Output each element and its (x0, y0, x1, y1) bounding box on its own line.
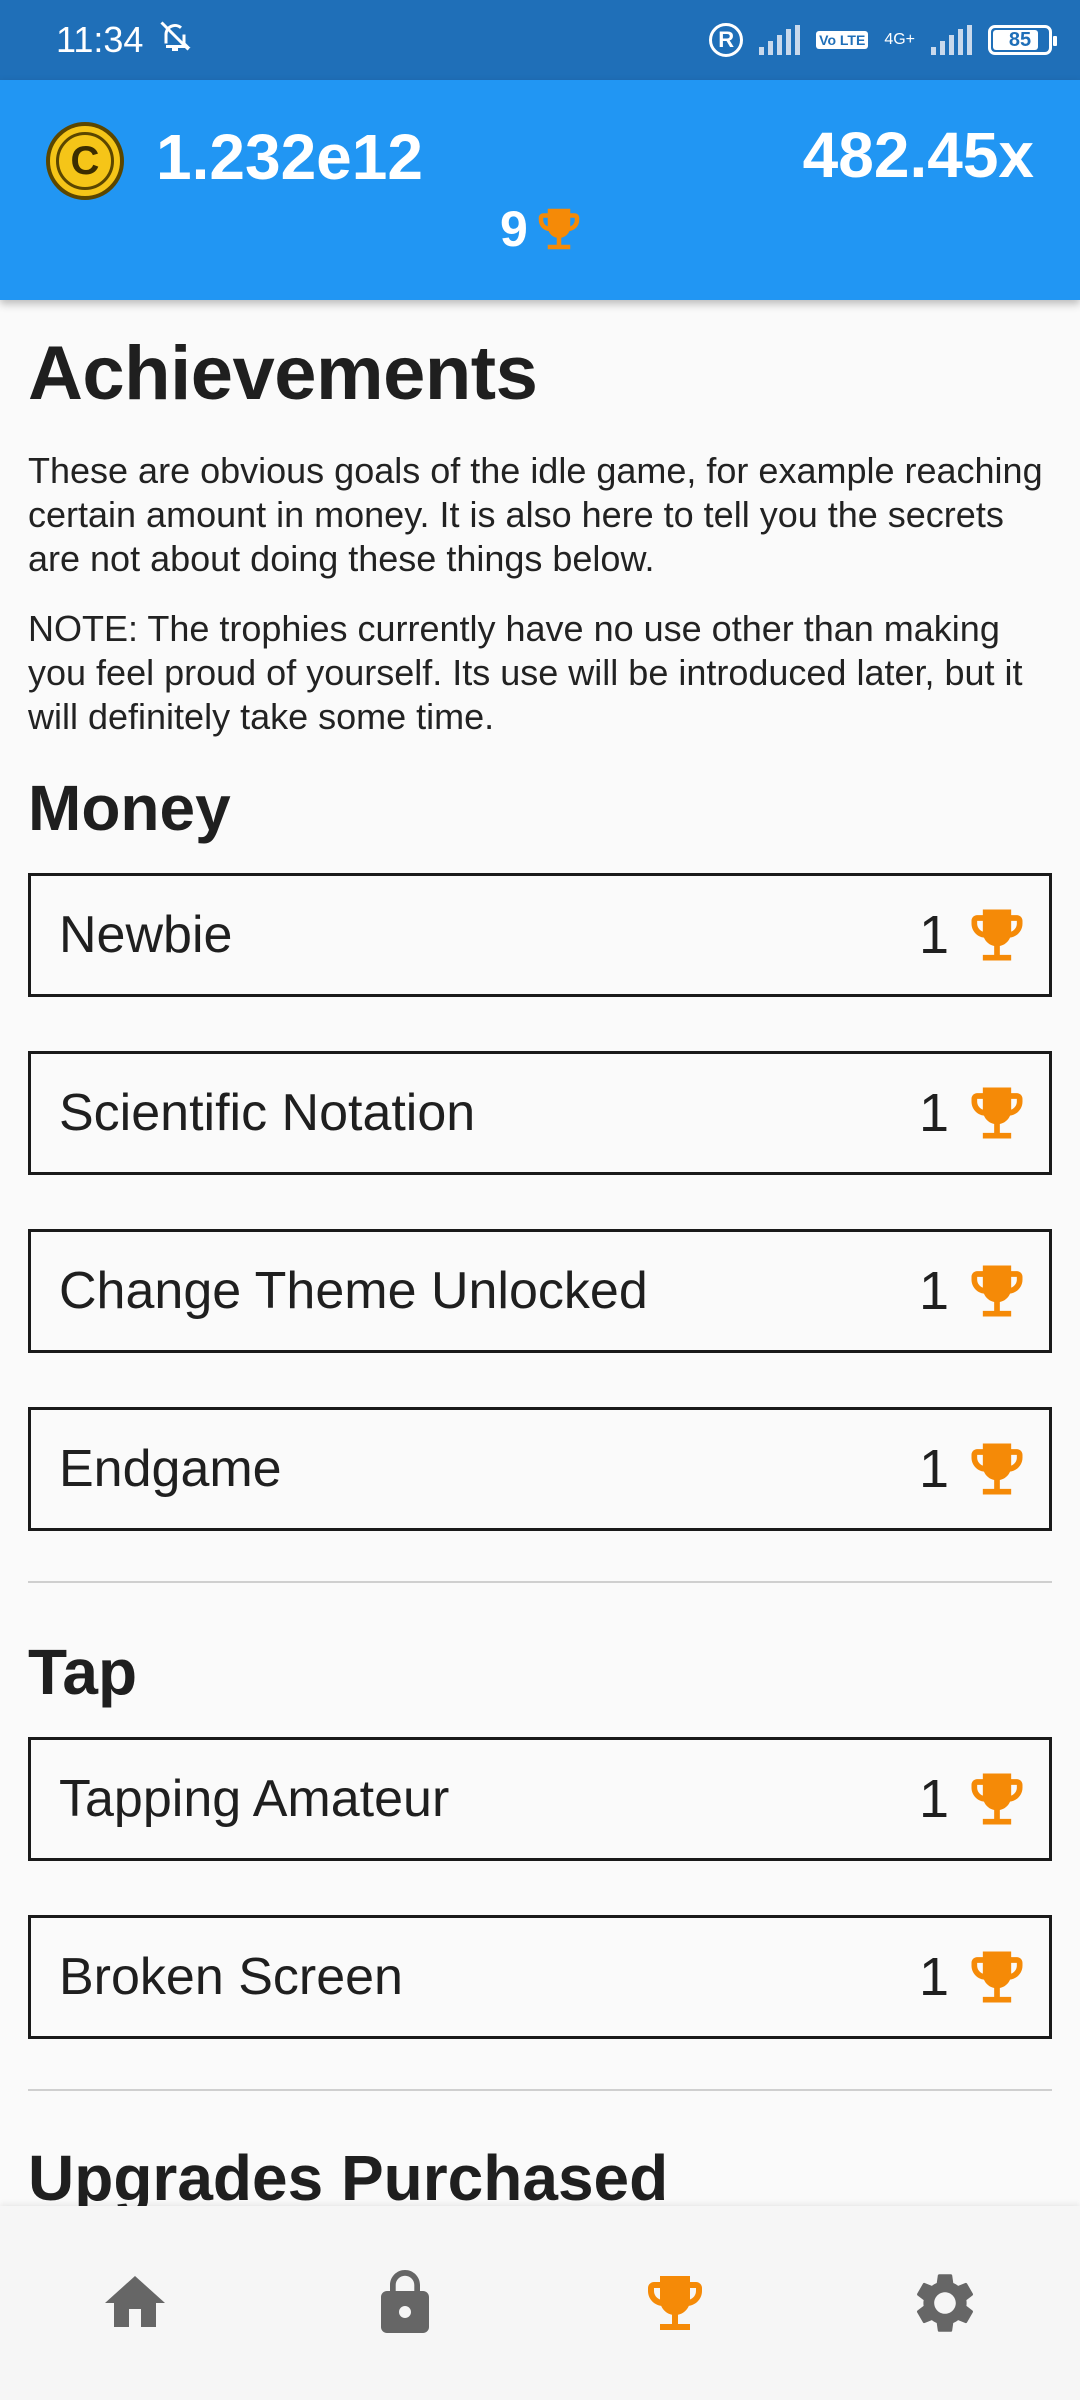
achievement-card[interactable]: Scientific Notation 1 (28, 1051, 1052, 1175)
achievement-reward: 1 (919, 1079, 1031, 1147)
reward-count: 1 (918, 1439, 949, 1499)
lock-icon (381, 2270, 429, 2333)
achievement-reward: 1 (919, 1435, 1031, 1503)
trophy-icon (963, 1257, 1031, 1325)
achievement-name: Scientific Notation (59, 1084, 476, 1142)
achievement-card[interactable]: Endgame 1 (28, 1407, 1052, 1531)
nav-achievements[interactable] (605, 2243, 745, 2363)
signal-icon-1 (759, 25, 801, 55)
multiplier-value: 482.45x (802, 119, 1034, 191)
reward-count: 1 (918, 1083, 949, 1143)
achievement-name: Newbie (59, 906, 233, 964)
nav-home[interactable] (65, 2243, 205, 2363)
achievement-reward: 1 (919, 1257, 1031, 1325)
achievement-reward: 1 (919, 1765, 1031, 1833)
achievement-name: Change Theme Unlocked (59, 1262, 648, 1320)
section-title-upgrades: Upgrades Purchased (28, 2142, 669, 2214)
game-header: C 1.232e12 482.45x 9 (0, 80, 1080, 300)
achievement-card[interactable]: Tapping Amateur 1 (28, 1737, 1052, 1861)
section-divider (28, 1581, 1052, 1583)
section-title-tap: Tap (28, 1636, 138, 1708)
bell-off-icon (157, 18, 193, 63)
achievement-reward: 1 (919, 901, 1031, 969)
reward-count: 1 (918, 1947, 949, 2007)
signal-icon-2 (931, 25, 972, 55)
trophy-icon (963, 1765, 1031, 1833)
trophy-icon (963, 1435, 1031, 1503)
bottom-navigation (0, 2206, 1080, 2400)
page-description: These are obvious goals of the idle game… (28, 450, 1043, 579)
home-icon (105, 2276, 165, 2327)
achievement-name: Endgame (59, 1440, 282, 1498)
achievements-page: Achievements These are obvious goals of … (28, 300, 1052, 2215)
achievement-card[interactable]: Newbie 1 (28, 873, 1052, 997)
battery-icon: 85 (988, 25, 1057, 55)
coin-icon: C (46, 122, 124, 200)
money-value: 1.232e12 (156, 121, 423, 193)
reward-count: 1 (918, 1769, 949, 1829)
section-divider (28, 2089, 1052, 2091)
network-type: 4G+ (884, 31, 915, 48)
trophy-count-value: 9 (500, 201, 528, 257)
status-time: 11:34 (56, 19, 144, 60)
trophy-icon (532, 202, 586, 256)
section-title-money: Money (28, 772, 231, 844)
status-bar: 11:34 R Vo LTE 4G+ 85 (0, 0, 1080, 80)
achievement-card[interactable]: Change Theme Unlocked 1 (28, 1229, 1052, 1353)
registered-icon: R (709, 23, 744, 57)
trophy-icon (963, 1943, 1031, 2011)
trophy-icon (639, 2267, 711, 2339)
achievement-reward: 1 (919, 1943, 1031, 2011)
trophy-counter: 9 (500, 200, 586, 258)
achievement-name: Broken Screen (59, 1948, 403, 2006)
coin-letter: C (56, 132, 114, 190)
gear-icon (916, 2274, 974, 2332)
page-note: NOTE: The trophies currently have no use… (28, 608, 1023, 737)
reward-count: 1 (918, 1261, 949, 1321)
reward-count: 1 (918, 905, 949, 965)
nav-secrets[interactable] (335, 2243, 475, 2363)
achievement-name: Tapping Amateur (59, 1770, 450, 1828)
nav-settings[interactable] (875, 2243, 1015, 2363)
volte-icon: Vo LTE (816, 31, 869, 49)
achievement-card[interactable]: Broken Screen 1 (28, 1915, 1052, 2039)
page-title: Achievements (28, 331, 538, 416)
trophy-icon (963, 901, 1031, 969)
battery-level: 85 (1008, 28, 1032, 51)
trophy-icon (963, 1079, 1031, 1147)
